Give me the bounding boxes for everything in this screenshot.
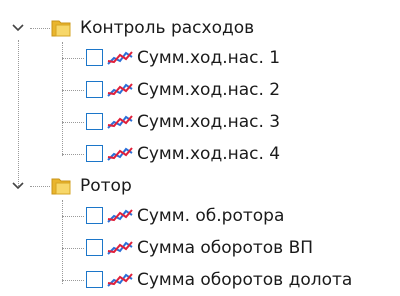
checkbox[interactable] [86, 81, 103, 98]
folder-icon [50, 175, 72, 197]
tree-group-label: Ротор [80, 176, 132, 196]
tree-item[interactable]: Сумма оборотов ВП [0, 234, 400, 262]
tree-item[interactable]: Сумм.ход.нас. 4 [0, 140, 400, 168]
checkbox[interactable] [86, 113, 103, 130]
line-series-icon [106, 113, 134, 131]
checkbox[interactable] [86, 239, 103, 256]
tree-connector [30, 28, 50, 29]
tree-connector [62, 122, 84, 123]
tree-item-label: Сумм.ход.нас. 4 [137, 144, 281, 164]
tree-item-label: Сумм. об.ротора [137, 206, 285, 226]
tree-connector [30, 186, 50, 187]
tree-item[interactable]: Сумм.ход.нас. 1 [0, 44, 400, 72]
tree-item-label: Сумма оборотов долота [137, 270, 353, 290]
tree-connector [62, 280, 84, 281]
tree-item[interactable]: Сумм.ход.нас. 3 [0, 108, 400, 136]
checkbox[interactable] [86, 207, 103, 224]
line-series-icon [106, 145, 134, 163]
tree-item-label: Сумм.ход.нас. 1 [137, 48, 281, 68]
tree-connector [62, 248, 84, 249]
tree-group-cost-control[interactable]: Контроль расходов [0, 14, 400, 42]
tree-item[interactable]: Сумм.ход.нас. 2 [0, 76, 400, 104]
line-series-icon [106, 207, 134, 225]
checkbox[interactable] [86, 49, 103, 66]
tree-item-label: Сумм.ход.нас. 2 [137, 80, 281, 100]
line-series-icon [106, 239, 134, 257]
tree-connector [62, 58, 84, 59]
tree-group-label: Контроль расходов [80, 18, 255, 38]
line-series-icon [106, 49, 134, 67]
line-series-icon [106, 81, 134, 99]
tree-connector [62, 90, 84, 91]
tree-item-label: Сумм.ход.нас. 3 [137, 112, 281, 132]
chevron-down-icon[interactable] [10, 178, 26, 194]
tree-item[interactable]: Сумм. об.ротора [0, 202, 400, 230]
tree-item-label: Сумма оборотов ВП [137, 238, 314, 258]
tree-connector [62, 154, 84, 155]
tree-connector [62, 216, 84, 217]
folder-icon [50, 17, 72, 39]
checkbox[interactable] [86, 145, 103, 162]
chevron-down-icon[interactable] [10, 20, 26, 36]
tree-group-rotor[interactable]: Ротор [0, 172, 400, 200]
checkbox[interactable] [86, 271, 103, 288]
tree-view: Контроль расходов Сумм.ход.нас. 1 Сумм.х… [0, 0, 400, 296]
line-series-icon [106, 271, 134, 289]
tree-item[interactable]: Сумма оборотов долота [0, 266, 400, 294]
